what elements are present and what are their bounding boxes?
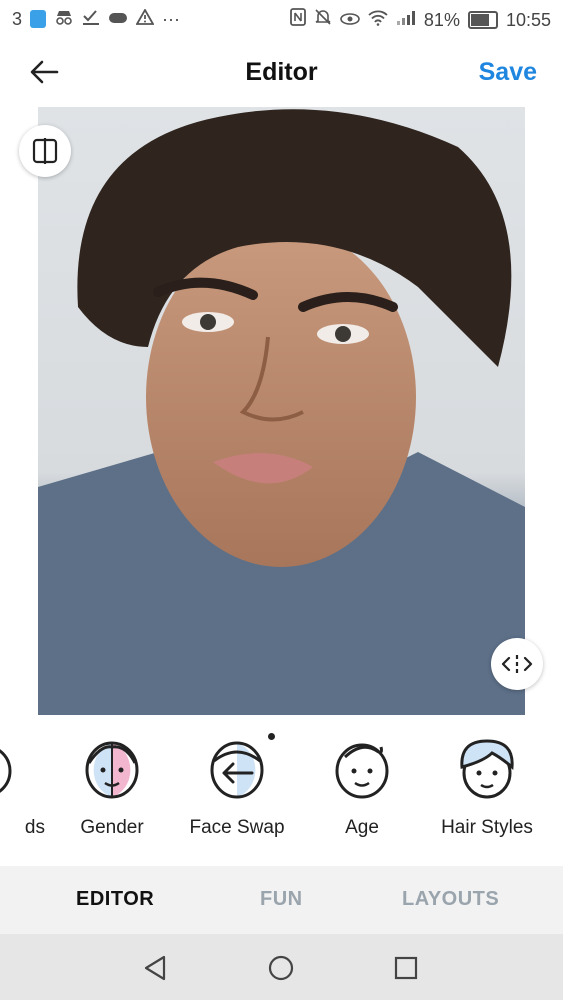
save-button[interactable]: Save: [479, 58, 537, 87]
mute-icon: [314, 8, 332, 31]
tool-label: Face Swap: [189, 817, 285, 838]
incognito-icon: [54, 8, 74, 30]
face-swap-icon: [210, 741, 264, 799]
nav-home-button[interactable]: [263, 950, 299, 986]
status-bar: 3 ··· 81% 10:55: [0, 0, 563, 40]
app-header: Editor Save: [0, 40, 563, 106]
status-left: 3 ···: [12, 8, 180, 30]
tool-partial[interactable]: ds: [0, 735, 45, 839]
tab-fun[interactable]: FUN: [260, 888, 303, 911]
nfc-icon: [290, 8, 306, 31]
battery-fill: [470, 13, 489, 26]
partial-icon: [0, 749, 12, 793]
gender-icon: [85, 741, 139, 799]
age-icon: [335, 743, 389, 799]
photo-canvas[interactable]: [38, 107, 525, 715]
square-recents-icon: [394, 956, 418, 980]
triangle-back-icon: [144, 955, 166, 981]
nav-back-button[interactable]: [137, 950, 173, 986]
tool-label: Gender: [80, 817, 144, 838]
tool-age[interactable]: Age: [302, 735, 422, 839]
game-icon: [108, 8, 128, 30]
tool-hair-styles[interactable]: Hair Styles: [427, 735, 547, 839]
battery-icon: [467, 10, 498, 29]
system-nav-bar: [0, 934, 563, 1000]
tool-gender[interactable]: Gender: [52, 735, 172, 839]
tool-label: ds: [24, 817, 45, 838]
status-right: 81% 10:55: [290, 8, 551, 31]
download-check-icon: [82, 8, 100, 30]
split-handle-button[interactable]: [491, 638, 543, 690]
compare-icon: [32, 138, 58, 164]
more-notifications: ···: [162, 9, 180, 29]
wifi-icon: [368, 9, 388, 31]
hair-styles-icon: [460, 739, 514, 799]
bottom-tab-bar: EDITOR FUN LAYOUTS: [0, 866, 563, 934]
eye-comfort-icon: [340, 9, 360, 31]
signal-icon: [396, 9, 416, 31]
tab-layouts[interactable]: LAYOUTS: [402, 888, 499, 911]
tab-editor[interactable]: EDITOR: [76, 888, 154, 911]
nav-recents-button[interactable]: [388, 950, 424, 986]
warning-icon: [135, 8, 155, 30]
battery-percent: 81%: [423, 9, 460, 30]
tool-label: Age: [345, 817, 379, 838]
split-handle-icon: [501, 655, 533, 673]
compare-button[interactable]: [19, 125, 71, 177]
circle-home-icon: [268, 955, 294, 981]
notification-count: 3: [12, 9, 23, 29]
tools-carousel[interactable]: ds Gender Face Swap Age Hair Styles: [0, 725, 563, 865]
tool-label: Hair Styles: [441, 817, 533, 838]
portrait-image: [38, 109, 525, 715]
tool-face-swap[interactable]: Face Swap: [177, 735, 297, 839]
shield-icon: [30, 10, 47, 28]
clock: 10:55: [505, 9, 551, 30]
